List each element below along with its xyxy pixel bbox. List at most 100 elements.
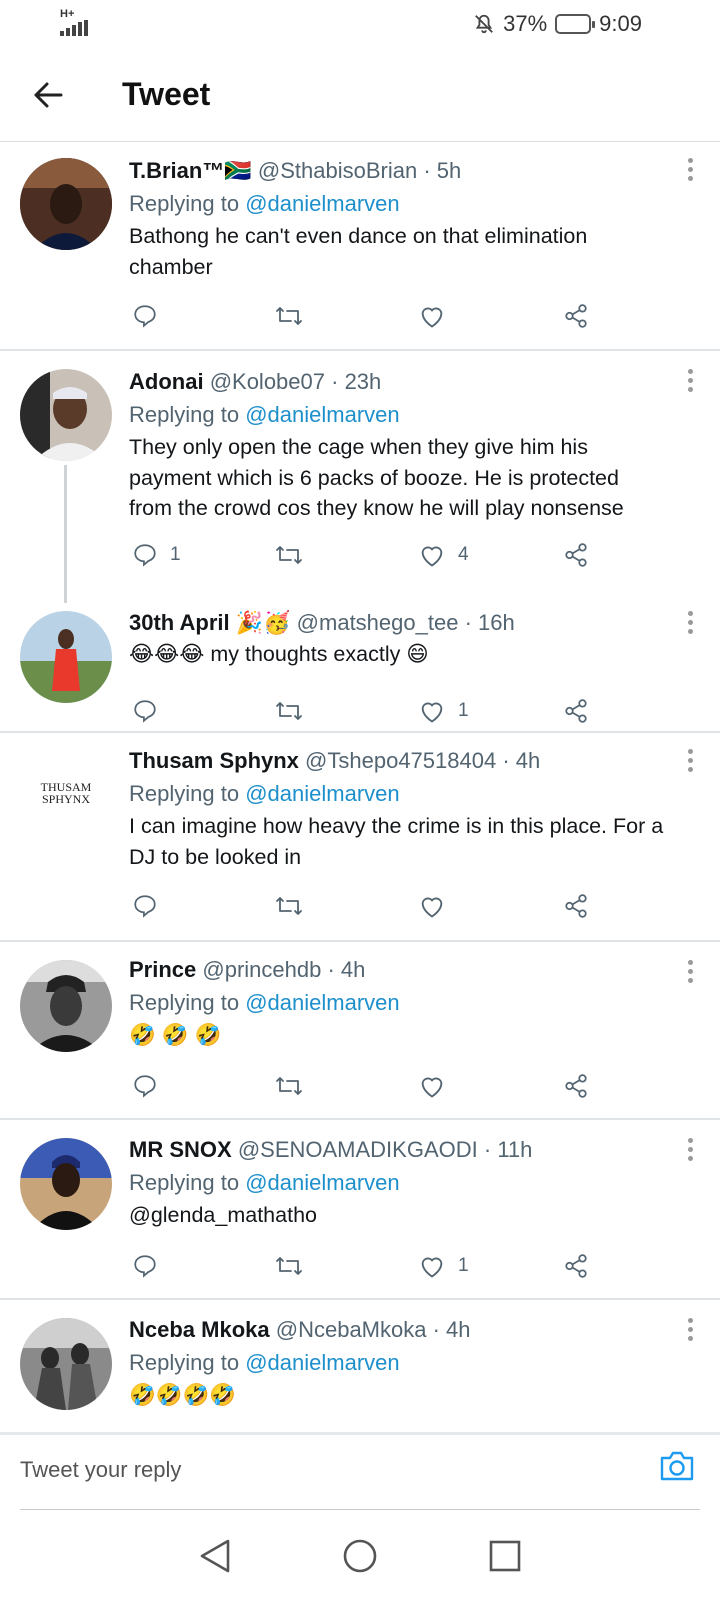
like-button[interactable]: 1 — [418, 698, 469, 724]
author-handle[interactable]: @SENOAMADIKGAODI — [238, 1137, 478, 1162]
share-icon — [565, 699, 587, 723]
avatar[interactable] — [20, 1138, 112, 1230]
heart-icon — [421, 1077, 443, 1098]
triangle-back-icon — [200, 1539, 230, 1572]
retweet-button[interactable] — [274, 542, 304, 568]
more-options-button[interactable] — [686, 749, 694, 772]
replying-mention[interactable]: @danielmarven — [245, 1170, 399, 1195]
tweet-item[interactable]: THUSAM SPHYNX Thusam Sphynx @Tshepo47518… — [0, 733, 720, 942]
share-button[interactable] — [562, 1073, 590, 1099]
share-button[interactable] — [562, 542, 590, 568]
share-button[interactable] — [562, 303, 590, 329]
nav-home-button[interactable] — [342, 1538, 378, 1579]
more-options-button[interactable] — [686, 1318, 694, 1341]
reply-button[interactable] — [132, 698, 170, 724]
heart-icon — [421, 702, 443, 723]
more-options-button[interactable] — [686, 960, 694, 983]
tweet-time: · 4h — [327, 957, 366, 982]
replying-mention[interactable]: @danielmarven — [245, 191, 399, 216]
author-handle[interactable]: @matshego_tee — [297, 610, 459, 635]
reply-icon — [134, 305, 156, 328]
mute-bell-icon — [475, 14, 494, 34]
replying-mention[interactable]: @danielmarven — [245, 1350, 399, 1375]
tweet-header: Nceba Mkoka @NcebaMkoka · 4h — [129, 1316, 666, 1344]
author-name[interactable]: MR SNOX — [129, 1137, 232, 1162]
author-name[interactable]: Nceba Mkoka — [129, 1317, 270, 1342]
replying-mention[interactable]: @danielmarven — [245, 402, 399, 427]
replying-to: Replying to @danielmarven — [129, 779, 666, 809]
reply-button[interactable] — [132, 303, 170, 329]
tweet-text: 😂😂😂 my thoughts exactly 😄 — [129, 642, 429, 666]
nav-back-button[interactable] — [198, 1538, 232, 1579]
retweet-icon — [276, 1257, 302, 1275]
author-name[interactable]: Prince — [129, 957, 196, 982]
like-count: 4 — [458, 544, 469, 565]
tweet-item[interactable]: Adonai @Kolobe07 · 23h Replying to @dani… — [0, 351, 720, 567]
author-handle[interactable]: @Tshepo47518404 — [305, 748, 496, 773]
share-icon — [565, 894, 587, 918]
reply-button[interactable] — [132, 1253, 170, 1279]
replies-feed[interactable]: T.Brian™🇿🇦 @SthabisoBrian · 5h Replying … — [0, 142, 720, 1432]
more-options-button[interactable] — [686, 369, 694, 392]
replying-mention[interactable]: @danielmarven — [245, 990, 399, 1015]
avatar[interactable]: THUSAM SPHYNX — [20, 747, 112, 839]
tweet-item[interactable]: Nceba Mkoka @NcebaMkoka · 4h Replying to… — [0, 1300, 720, 1432]
like-count: 1 — [458, 1255, 469, 1276]
tweet-header: Prince @princehdb · 4h — [129, 956, 666, 984]
avatar[interactable] — [20, 369, 112, 461]
back-arrow-icon — [34, 82, 63, 107]
author-handle[interactable]: @SthabisoBrian — [258, 158, 417, 183]
like-button[interactable] — [418, 893, 458, 919]
retweet-button[interactable] — [274, 698, 304, 724]
like-button[interactable] — [418, 1073, 458, 1099]
author-name[interactable]: Adonai — [129, 369, 204, 394]
replying-mention[interactable]: @danielmarven — [245, 781, 399, 806]
share-button[interactable] — [562, 1253, 590, 1279]
replying-label: Replying to — [129, 191, 240, 216]
tweet-text: 🤣 🤣 🤣 — [129, 1023, 222, 1047]
author-name[interactable]: 30th April 🎉🥳 — [129, 610, 291, 635]
retweet-button[interactable] — [274, 1253, 304, 1279]
author-name[interactable]: Thusam Sphynx — [129, 748, 299, 773]
retweet-button[interactable] — [274, 1073, 304, 1099]
battery-percent: 37% — [503, 11, 548, 36]
avatar[interactable] — [20, 960, 112, 1052]
like-button[interactable] — [418, 303, 458, 329]
reply-button[interactable] — [132, 893, 170, 919]
author-handle[interactable]: @Kolobe07 — [210, 369, 325, 394]
tweet-item[interactable]: MR SNOX @SENOAMADIKGAODI · 11h Replying … — [0, 1120, 720, 1300]
author-handle[interactable]: @princehdb — [202, 957, 321, 982]
back-button[interactable] — [24, 71, 72, 119]
more-options-button[interactable] — [686, 611, 694, 634]
tweet-time: · 16h — [464, 610, 515, 635]
reply-button[interactable] — [132, 1073, 170, 1099]
tweet-item[interactable]: 30th April 🎉🥳 @matshego_tee · 16h 😂😂😂 my… — [0, 599, 720, 723]
retweet-button[interactable] — [274, 303, 304, 329]
reply-composer[interactable]: Tweet your reply — [0, 1432, 720, 1516]
tweet-text: 🤣🤣🤣🤣 — [129, 1383, 237, 1407]
author-name[interactable]: T.Brian™🇿🇦 — [129, 158, 252, 183]
reply-button[interactable]: 1 — [132, 542, 181, 568]
tweet-header: 30th April 🎉🥳 @matshego_tee · 16h — [129, 609, 666, 637]
camera-button[interactable] — [658, 1449, 696, 1488]
tweet-item[interactable]: Prince @princehdb · 4h Replying to @dani… — [0, 942, 720, 1120]
more-options-button[interactable] — [686, 158, 694, 181]
like-button[interactable]: 4 — [418, 542, 469, 568]
circle-home-icon — [343, 1539, 377, 1572]
avatar[interactable] — [20, 158, 112, 250]
nav-recents-button[interactable] — [488, 1539, 522, 1578]
tweet-item[interactable]: T.Brian™🇿🇦 @SthabisoBrian · 5h Replying … — [0, 142, 720, 351]
heart-icon — [421, 307, 443, 328]
tweet-text[interactable]: @glenda_mathatho — [129, 1200, 666, 1231]
replying-to: Replying to @danielmarven — [129, 1168, 666, 1198]
status-bar: H+ 37% 9:09 — [0, 0, 720, 48]
more-options-button[interactable] — [686, 1138, 694, 1161]
tweet-text: I can imagine how heavy the crime is in … — [129, 814, 664, 869]
author-handle[interactable]: @NcebaMkoka — [276, 1317, 427, 1342]
share-button[interactable] — [562, 698, 590, 724]
retweet-button[interactable] — [274, 893, 304, 919]
avatar[interactable] — [20, 1318, 112, 1410]
reply-input[interactable]: Tweet your reply — [20, 1457, 181, 1483]
share-button[interactable] — [562, 893, 590, 919]
like-button[interactable]: 1 — [418, 1253, 469, 1279]
